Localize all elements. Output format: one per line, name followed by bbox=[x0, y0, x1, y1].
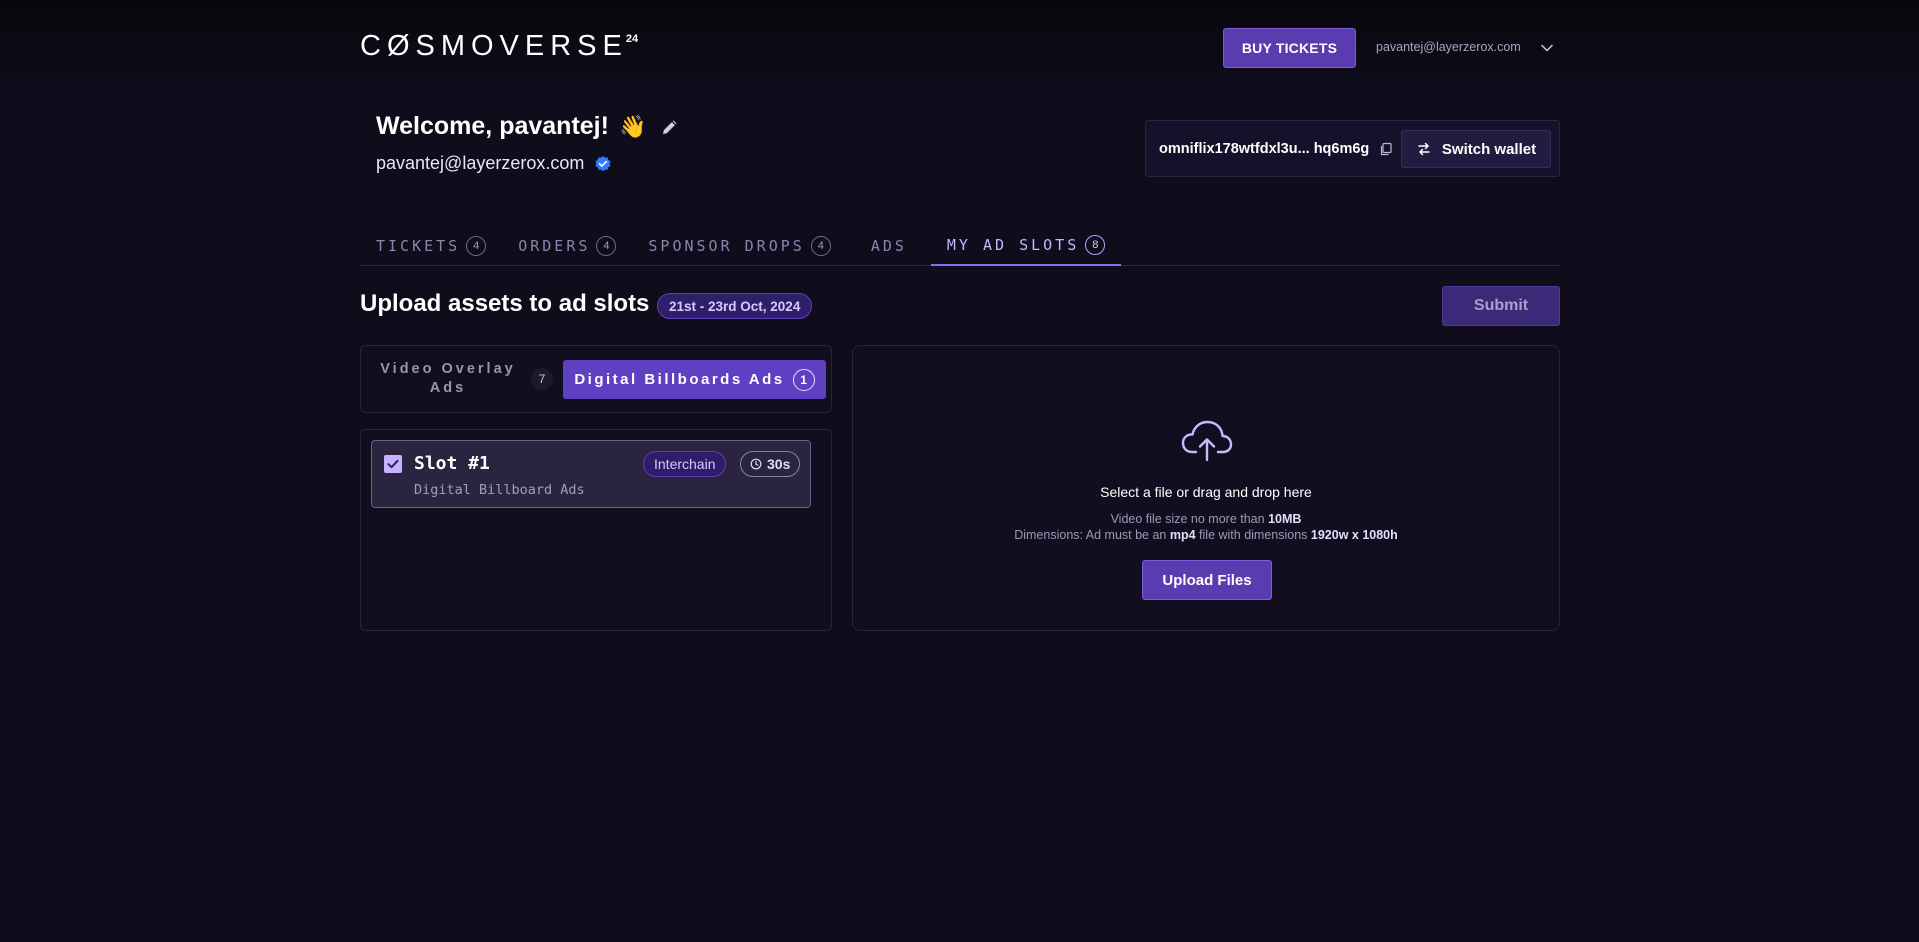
profile-email: pavantej@layerzerox.com bbox=[376, 153, 585, 173]
main-tabs: TICKETS 4 ORDERS 4 SPONSOR DROPS 4 ADS M… bbox=[360, 226, 1560, 266]
verified-badge-icon bbox=[595, 155, 611, 171]
subtab-count-badge: 7 bbox=[531, 368, 553, 390]
file-size-value: 10MB bbox=[1268, 512, 1302, 526]
profile-section: Welcome, pavantej! 👋 pavantej@layerzerox… bbox=[376, 112, 680, 174]
subtab-video-overlay-ads[interactable]: Video Overlay Ads bbox=[373, 358, 523, 400]
cosmoverse-logo[interactable]: CØSMOVERSE 24 bbox=[360, 30, 638, 63]
slot-duration-text: 30s bbox=[767, 456, 791, 472]
top-header: CØSMOVERSE 24 BUY TICKETS pavantej@layer… bbox=[360, 0, 1560, 96]
dimensions-value: 1920w x 1080h bbox=[1310, 528, 1398, 542]
dimensions-format: mp4 bbox=[1169, 528, 1196, 542]
dimensions-prefix: Dimensions: Ad must be an bbox=[1014, 528, 1170, 542]
logo-superscript: 24 bbox=[625, 33, 639, 45]
upload-files-button[interactable]: Upload Files bbox=[1142, 560, 1272, 600]
slot-card[interactable]: Slot #1 Digital Billboard Ads Interchain… bbox=[371, 440, 811, 508]
clock-icon bbox=[750, 458, 762, 470]
file-size-prefix: Video file size no more than bbox=[1110, 512, 1269, 526]
slot-duration-badge: 30s bbox=[740, 451, 801, 477]
logo-text: CØSMOVERSE bbox=[360, 30, 628, 62]
tab-sponsor-drops[interactable]: SPONSOR DROPS 4 bbox=[632, 226, 846, 266]
wallet-box: omniflix178wtfdxl3u... hq6m6g Switch wal… bbox=[1145, 120, 1560, 177]
dimensions-middle: file with dimensions bbox=[1195, 528, 1311, 542]
switch-wallet-label: Switch wallet bbox=[1441, 140, 1537, 158]
slot-subtitle: Digital Billboard Ads bbox=[414, 482, 585, 498]
tab-label: TICKETS bbox=[376, 237, 461, 255]
welcome-heading: Welcome, pavantej! bbox=[376, 112, 609, 140]
tab-ads[interactable]: ADS bbox=[847, 226, 931, 266]
upload-instructions: Select a file or drag and drop here bbox=[1100, 484, 1312, 500]
tab-label: MY AD SLOTS bbox=[946, 236, 1080, 254]
tab-count-badge: 8 bbox=[1085, 235, 1106, 255]
swap-arrows-icon bbox=[1418, 142, 1430, 156]
cloud-upload-icon bbox=[1181, 420, 1233, 462]
wave-emoji: 👋 bbox=[618, 113, 647, 139]
check-icon bbox=[387, 459, 399, 469]
file-size-hint: Video file size no more than 10MB bbox=[853, 512, 1559, 526]
date-range-badge: 21st - 23rd Oct, 2024 bbox=[657, 293, 813, 319]
tab-label: ORDERS bbox=[518, 237, 591, 255]
chevron-down-icon[interactable] bbox=[1540, 41, 1554, 55]
ad-type-tabs: Video Overlay Ads 7 Digital Billboards A… bbox=[360, 345, 832, 413]
slot-title: Slot #1 bbox=[414, 453, 490, 474]
tab-tickets[interactable]: TICKETS 4 bbox=[360, 226, 502, 266]
pencil-icon[interactable] bbox=[660, 117, 680, 137]
buy-tickets-button[interactable]: BUY TICKETS bbox=[1223, 28, 1356, 68]
tab-label: SPONSOR DROPS bbox=[648, 237, 805, 255]
slot-category-tag: Interchain bbox=[643, 451, 727, 477]
page-container: CØSMOVERSE 24 BUY TICKETS pavantej@layer… bbox=[360, 0, 1560, 631]
submit-button[interactable]: Submit bbox=[1442, 286, 1560, 326]
tab-count-badge: 4 bbox=[810, 236, 831, 256]
user-menu-email[interactable]: pavantej@layerzerox.com bbox=[1376, 40, 1521, 54]
tab-orders[interactable]: ORDERS 4 bbox=[502, 226, 632, 266]
slots-list: Slot #1 Digital Billboard Ads Interchain… bbox=[360, 429, 832, 631]
copy-icon[interactable] bbox=[1379, 142, 1393, 156]
wallet-address: omniflix178wtfdxl3u... hq6m6g bbox=[1159, 140, 1370, 157]
tab-label: ADS bbox=[870, 237, 907, 255]
upload-dropzone[interactable]: Select a file or drag and drop here Vide… bbox=[852, 345, 1560, 631]
tab-my-ad-slots[interactable]: MY AD SLOTS 8 bbox=[930, 226, 1122, 266]
section-title: Upload assets to ad slots bbox=[360, 290, 650, 317]
dimensions-hint: Dimensions: Ad must be an mp4 file with … bbox=[853, 528, 1559, 542]
subtab-label: Digital Billboards Ads bbox=[574, 371, 785, 388]
subtab-digital-billboards-ads[interactable]: Digital Billboards Ads 1 bbox=[563, 360, 826, 399]
slot-checkbox[interactable] bbox=[384, 455, 402, 473]
email-row: pavantej@layerzerox.com bbox=[376, 153, 680, 174]
welcome-row: Welcome, pavantej! 👋 bbox=[376, 112, 680, 141]
tab-count-badge: 4 bbox=[596, 236, 617, 256]
switch-wallet-button[interactable]: Switch wallet bbox=[1401, 130, 1551, 168]
subtab-count-badge: 1 bbox=[792, 368, 815, 391]
tab-count-badge: 4 bbox=[466, 236, 487, 256]
